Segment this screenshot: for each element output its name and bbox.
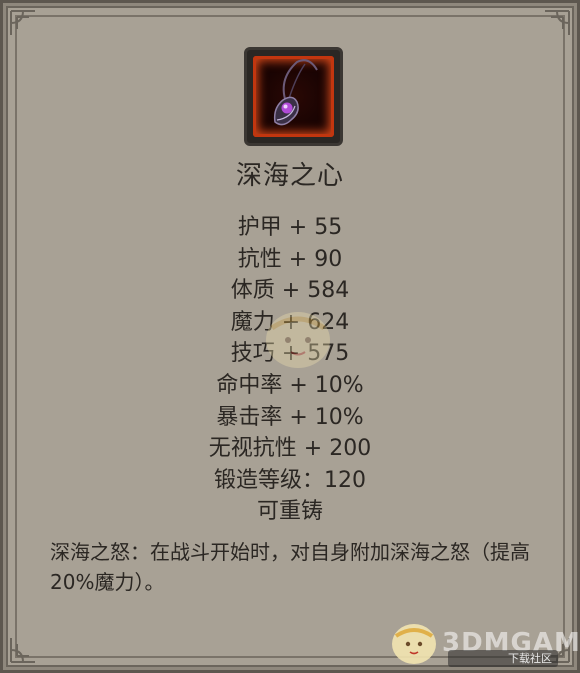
watermark-badge: 下载社区 [448,650,558,667]
stat-forge-level: 锻造等级：120 [214,467,366,493]
watermark-mascot-icon [266,312,330,368]
stat-armor: 护甲 + 55 [237,215,343,240]
corner-ornament-top-right [545,10,570,35]
item-description: 深海之怒：在战斗开始时，对自身附加深海之怒（提高20%魔力）。 [50,540,530,594]
item-icon-frame [244,47,343,146]
corner-ornament-top-left [10,10,35,35]
corner-ornament-bottom-left [10,638,35,663]
stat-ignore-resistance: 无视抗性 + 200 [208,436,372,462]
item-name: 深海之心 [235,161,344,191]
stat-reforgeable: 可重铸 [256,499,323,525]
stat-resistance: 抗性 + 90 [237,246,343,272]
amulet-icon [273,59,318,126]
stat-crit-rate: 暴击率 + 10% [216,404,364,430]
